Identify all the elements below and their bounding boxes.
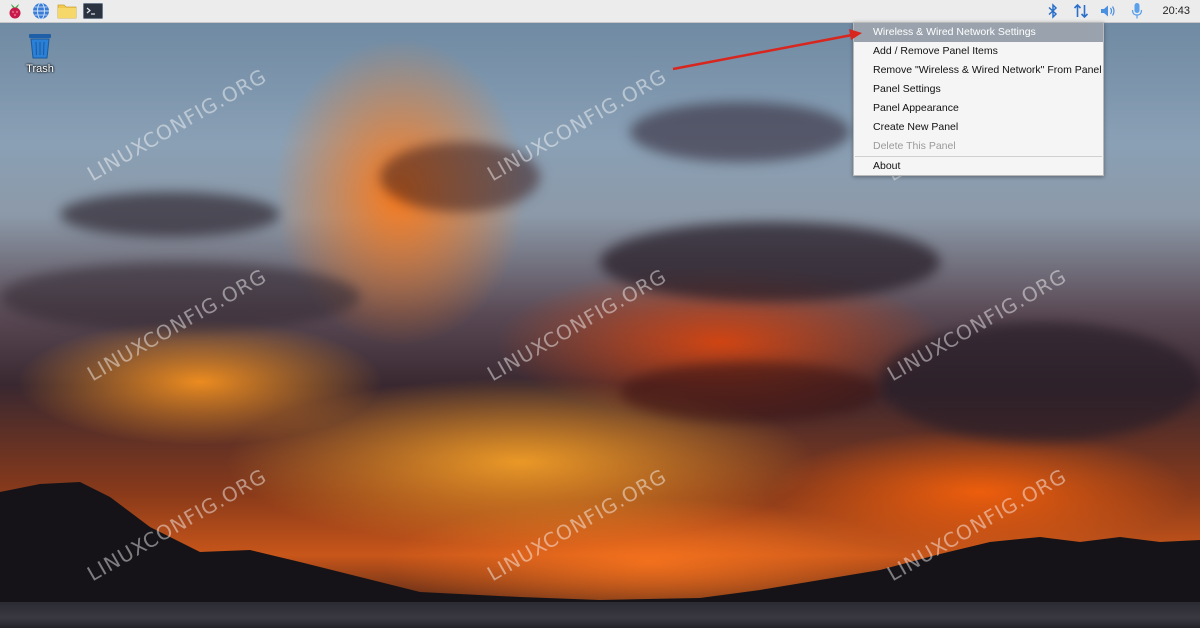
- raspberry-menu-button[interactable]: [4, 1, 26, 21]
- terminal-icon: [83, 3, 103, 19]
- menu-item-remove-from-panel[interactable]: Remove "Wireless & Wired Network" From P…: [854, 61, 1103, 80]
- network-icon: [1074, 3, 1089, 19]
- bluetooth-button[interactable]: [1042, 1, 1064, 21]
- panel-context-menu: Wireless & Wired Network Settings Add / …: [853, 22, 1104, 176]
- trash-label: Trash: [26, 63, 54, 75]
- desktop-icon-trash[interactable]: Trash: [20, 31, 60, 75]
- menu-item-delete-this-panel: Delete This Panel: [873, 140, 956, 152]
- network-button[interactable]: [1070, 1, 1092, 21]
- menu-item-create-new-panel[interactable]: Create New Panel: [854, 118, 1103, 137]
- microphone-button[interactable]: [1126, 1, 1148, 21]
- trash-icon: [29, 34, 51, 59]
- file-manager-icon: [57, 4, 77, 19]
- panel-launchers: [0, 1, 104, 21]
- volume-button[interactable]: [1098, 1, 1120, 21]
- file-manager-button[interactable]: [56, 1, 78, 21]
- web-browser-icon: [33, 2, 49, 20]
- menu-item-about[interactable]: About: [854, 157, 1103, 176]
- web-browser-button[interactable]: [30, 1, 52, 21]
- clock[interactable]: 20:43: [1162, 5, 1190, 17]
- microphone-icon: [1132, 3, 1143, 19]
- volume-icon: [1101, 5, 1116, 17]
- menu-item-network-settings[interactable]: Wireless & Wired Network Settings: [854, 23, 1103, 42]
- raspberry-menu-icon: [9, 4, 21, 19]
- menu-item-panel-settings[interactable]: Panel Settings: [854, 80, 1103, 99]
- bluetooth-icon: [1048, 3, 1058, 19]
- system-tray: 20:43: [1042, 1, 1200, 21]
- top-panel: 20:43: [0, 0, 1200, 23]
- menu-item-panel-appearance[interactable]: Panel Appearance: [854, 99, 1103, 118]
- menu-item-add-remove-panel-items[interactable]: Add / Remove Panel Items: [854, 42, 1103, 61]
- terminal-button[interactable]: [82, 1, 104, 21]
- lake-water: [0, 602, 1200, 628]
